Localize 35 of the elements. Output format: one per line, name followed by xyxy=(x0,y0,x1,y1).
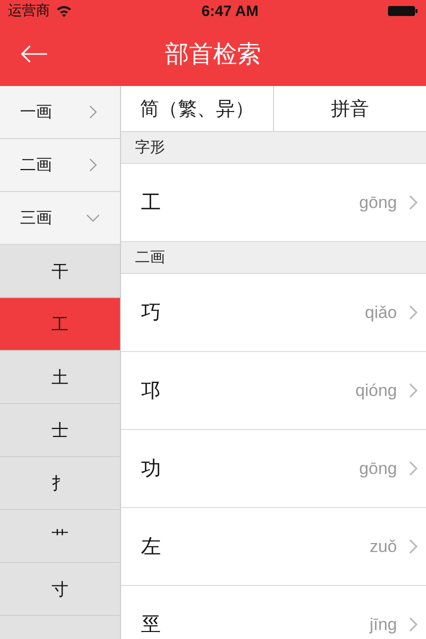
stroke-group-item[interactable]: 二画 xyxy=(0,139,120,192)
pinyin-label: jīng xyxy=(370,614,397,634)
section-header: 二画 xyxy=(121,242,426,274)
pinyin-label: gōng xyxy=(359,458,397,478)
wifi-icon xyxy=(56,5,72,17)
page-title: 部首检索 xyxy=(165,40,261,68)
chevron-right-icon xyxy=(409,195,418,210)
section-header: 字形 xyxy=(121,132,426,164)
character-row[interactable]: 巧 qiǎo xyxy=(121,274,426,352)
stroke-group-item[interactable]: 一画 xyxy=(0,86,120,139)
clock-time: 6:47 AM xyxy=(202,2,258,20)
radical-item[interactable]: 工 xyxy=(0,298,120,351)
pinyin-label: gōng xyxy=(359,192,397,212)
pinyin-label: qióng xyxy=(355,380,397,400)
stroke-group-item[interactable]: 三画 xyxy=(0,192,120,245)
character-row[interactable]: 功 gōng xyxy=(121,430,426,508)
character-label: 巧 xyxy=(141,299,161,326)
character-row[interactable]: 巠 jīng xyxy=(121,586,426,639)
character-row[interactable]: 左 zuǒ xyxy=(121,508,426,586)
character-row[interactable]: 邛 qióng xyxy=(121,352,426,430)
chevron-right-icon xyxy=(409,617,418,632)
chevron-right-icon xyxy=(409,539,418,554)
chevron-right-icon xyxy=(409,461,418,476)
battery-icon xyxy=(388,5,418,17)
character-label: 功 xyxy=(141,455,161,482)
back-arrow-icon[interactable] xyxy=(20,44,48,64)
chevron-right-icon xyxy=(409,383,418,398)
pinyin-label: zuǒ xyxy=(370,536,397,556)
character-label: 邛 xyxy=(141,377,161,404)
chevron-right-icon xyxy=(409,305,418,320)
character-label: 巠 xyxy=(141,611,161,638)
carrier-label: 运营商 xyxy=(8,2,50,20)
pinyin-label: qiǎo xyxy=(364,302,397,322)
character-label: 工 xyxy=(141,189,161,216)
character-label: 左 xyxy=(141,533,161,560)
